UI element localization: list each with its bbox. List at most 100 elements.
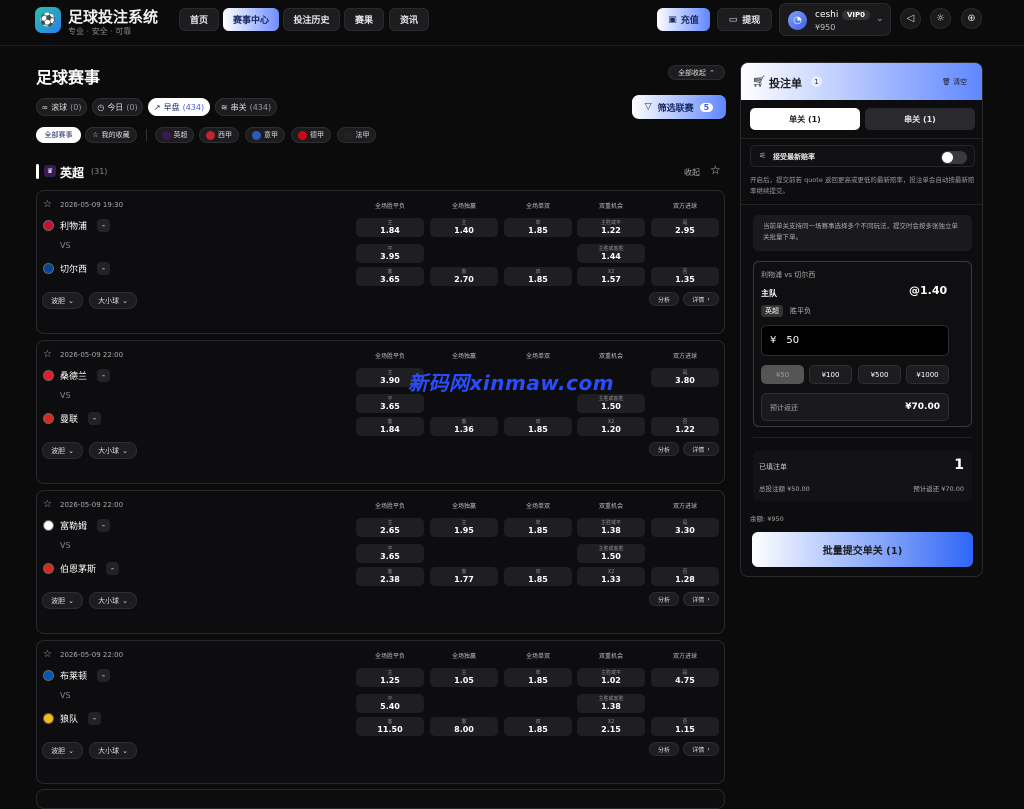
correct-score-button[interactable]: 波胆 ⌄ [42,592,83,609]
remove-icon[interactable]: - [97,219,111,232]
filter-league-button[interactable]: ▽ 筛选联赛 5 [632,95,726,119]
odds-cell[interactable]: 否 1.35 [651,267,719,286]
odds-cell[interactable]: 主胜或客胜 1.44 [577,244,645,263]
nav-home[interactable]: 首页 [179,8,219,31]
odds-cell[interactable]: 主 1.84 [356,218,424,237]
odds-cell[interactable]: 是 2.95 [651,218,719,237]
odds-cell[interactable]: 客 11.50 [356,717,424,736]
odds-cell[interactable]: 主胜或客胜 1.38 [577,694,645,713]
odds-cell[interactable]: 是 3.30 [651,518,719,537]
nav-bet-history[interactable]: 投注历史 [283,8,340,31]
odds-cell[interactable]: 主胜或客胜 1.50 [577,394,645,413]
language-globe-icon[interactable]: ⊕ [961,8,982,29]
odds-cell[interactable]: 平 3.95 [356,244,424,263]
odds-cell[interactable]: 平 3.65 [356,394,424,413]
correct-score-button[interactable]: 波胆 ⌄ [42,742,83,759]
odds-cell[interactable]: 主胜或平 1.22 [577,218,645,237]
odds-cell[interactable]: 主胜或平 1.02 [577,668,645,687]
odds-cell[interactable]: 否 1.28 [651,567,719,586]
odds-cell[interactable]: 主 1.40 [430,218,498,237]
detail-button[interactable]: 详情 › [683,292,719,306]
nav-match-center[interactable]: 赛事中心 [223,8,279,31]
favorite-star-icon[interactable]: ☆ [43,199,52,210]
odds-cell[interactable]: 客 2.70 [430,267,498,286]
odds-cell[interactable]: 平 5.40 [356,694,424,713]
odds-cell[interactable]: 客 2.38 [356,567,424,586]
chip-serie-a[interactable]: 意甲 [245,127,285,143]
odds-cell[interactable]: 否 1.22 [651,417,719,436]
recharge-button[interactable]: ▣ 充值 [657,8,710,31]
favorite-star-icon[interactable]: ☆ [43,499,52,510]
odds-cell[interactable]: 双 1.85 [504,267,572,286]
odds-cell[interactable]: X2 1.57 [577,267,645,286]
remove-icon[interactable]: - [97,669,111,682]
nav-news[interactable]: 资讯 [389,8,429,31]
remove-icon[interactable]: - [106,562,120,575]
chip-ligue-1[interactable]: 法甲 [337,127,376,143]
odds-cell[interactable]: 客 1.84 [356,417,424,436]
odds-cell[interactable]: X2 2.15 [577,717,645,736]
detail-button[interactable]: 详情 › [683,442,719,456]
league-collapse-button[interactable]: 收起 [684,167,700,178]
filter-early[interactable]: ↗ 早盘 (434) [148,98,210,116]
remove-icon[interactable]: - [88,412,102,425]
clear-slip-button[interactable]: 🗑︎ 清空 [942,77,967,87]
remove-icon[interactable]: - [97,369,111,382]
stake-input[interactable]: ¥50 [761,325,949,356]
quick-amount-500[interactable]: ¥500 [858,365,901,384]
odds-cell[interactable]: 单 1.85 [504,668,572,687]
odds-cell[interactable]: 双 1.85 [504,417,572,436]
odds-cell[interactable]: 是 3.80 [651,368,719,387]
sound-icon[interactable]: ◁ [900,8,921,29]
quick-amount-50[interactable]: ¥50 [761,365,804,384]
odds-cell[interactable]: 主 1.95 [430,518,498,537]
odds-cell[interactable]: 是 4.75 [651,668,719,687]
soccer-ball-logo-icon[interactable]: ⚽ [35,7,61,33]
remove-icon[interactable]: - [97,262,111,275]
remove-icon[interactable]: - [88,712,102,725]
favorite-star-icon[interactable]: ☆ [43,349,52,360]
odds-cell[interactable]: 双 1.85 [504,717,572,736]
odds-cell[interactable]: 否 1.15 [651,717,719,736]
odds-cell[interactable]: 主胜或平 1.38 [577,518,645,537]
quick-amount-1000[interactable]: ¥1000 [906,365,949,384]
detail-button[interactable]: 详情 › [683,742,719,756]
theme-sun-icon[interactable]: ☼ [930,8,951,29]
odds-cell[interactable]: X2 1.33 [577,567,645,586]
chip-all-matches[interactable]: 全部赛事 [36,127,81,143]
chip-premier-league[interactable]: 英超 [155,127,194,143]
user-menu[interactable]: ◔ ceshi VIP0 ¥950 ⌄ [779,3,891,36]
odds-cell[interactable]: 客 8.00 [430,717,498,736]
league-favorite-star-icon[interactable]: ☆ [710,163,721,177]
chip-laliga[interactable]: 西甲 [199,127,239,143]
correct-score-button[interactable]: 波胆 ⌄ [42,442,83,459]
favorite-star-icon[interactable]: ☆ [43,649,52,660]
over-under-button[interactable]: 大小球 ⌄ [89,592,137,609]
odds-cell[interactable]: X2 1.20 [577,417,645,436]
submit-bets-button[interactable]: 批量提交单关 (1) [752,532,973,567]
odds-cell[interactable]: 单 1.85 [504,518,572,537]
odds-cell[interactable]: 平 3.65 [356,544,424,563]
remove-icon[interactable]: - [97,519,111,532]
detail-button[interactable]: 详情 › [683,592,719,606]
correct-score-button[interactable]: 波胆 ⌄ [42,292,83,309]
odds-cell[interactable]: 双 1.85 [504,567,572,586]
odds-cell[interactable]: 主 1.25 [356,668,424,687]
over-under-button[interactable]: 大小球 ⌄ [89,742,137,759]
collapse-all-button[interactable]: 全部收起 ⌃ [668,65,725,80]
odds-cell[interactable]: 主胜或客胜 1.50 [577,544,645,563]
tab-single[interactable]: 单关 (1) [750,108,860,130]
accept-odds-toggle[interactable] [941,151,967,164]
over-under-button[interactable]: 大小球 ⌄ [89,292,137,309]
filter-parlay[interactable]: ≋ 串关 (434) [215,98,277,116]
analysis-button[interactable]: 分析 [649,442,679,456]
analysis-button[interactable]: 分析 [649,742,679,756]
tab-parlay[interactable]: 串关 (1) [865,108,975,130]
odds-cell[interactable]: 主 1.05 [430,668,498,687]
odds-cell[interactable]: 客 1.77 [430,567,498,586]
withdraw-button[interactable]: ▭ 提现 [717,8,772,31]
quick-amount-100[interactable]: ¥100 [809,365,852,384]
odds-cell[interactable]: 客 3.65 [356,267,424,286]
filter-today[interactable]: ◷ 今日 (0) [92,98,143,116]
chip-favorites[interactable]: ☆ 我的收藏 [85,127,137,143]
